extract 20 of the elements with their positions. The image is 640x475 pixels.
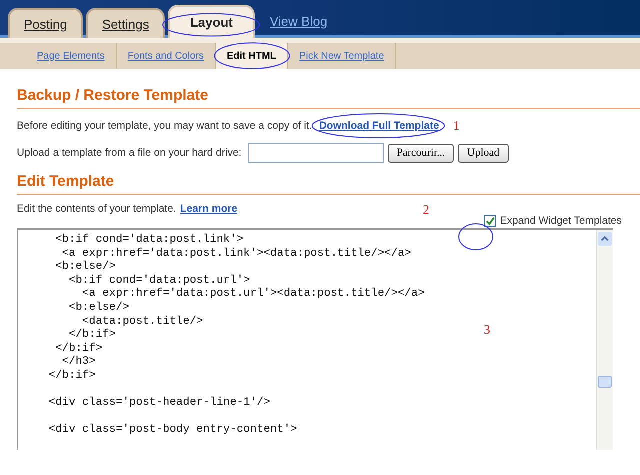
nav-tab[interactable]: Layout	[168, 5, 255, 38]
section-heading: Backup / Restore Template	[17, 87, 640, 109]
subnav-tab[interactable]: Page Elements	[26, 43, 117, 69]
intro-text: Before editing your template, you may want to save a copy of it.	[17, 120, 312, 132]
view-blog-link[interactable]: View Blog	[270, 14, 328, 29]
subnav-tab[interactable]: Pick New Template	[288, 43, 396, 69]
intro-text: Edit the contents of your template.	[17, 203, 176, 215]
upload-label: Upload a template from a file on your hard drive:	[17, 147, 242, 159]
annotation-number: 2	[423, 202, 430, 218]
browse-button[interactable]: Parcourir...	[388, 144, 454, 162]
learn-more-link[interactable]: Learn more	[180, 203, 238, 215]
subnav-tab[interactable]: Edit HTML	[216, 43, 288, 69]
code-text: <b:if cond='data:post.link'> <a expr:href='data:post.link'><data:post.title/></a> <b:else/> <b:if cond='data:post.url'> <a expr:href='data:post.url'><data:post.title/></a> <b:else/> <data:post.title/> </b:if> </b:if> </h3> </b:if> <div class='post-header-line-1'/> <div class='post-body entry-content'>	[48, 232, 425, 438]
annotation-number: 1	[453, 118, 460, 134]
section-heading: Edit Template	[17, 173, 640, 195]
nav-tab[interactable]: Posting	[8, 8, 84, 38]
annotation-number: 3	[484, 322, 490, 338]
checkbox-label: Expand Widget Templates	[500, 215, 622, 227]
nav-tab[interactable]: Settings	[86, 8, 166, 38]
upload-button[interactable]: Upload	[458, 144, 509, 162]
